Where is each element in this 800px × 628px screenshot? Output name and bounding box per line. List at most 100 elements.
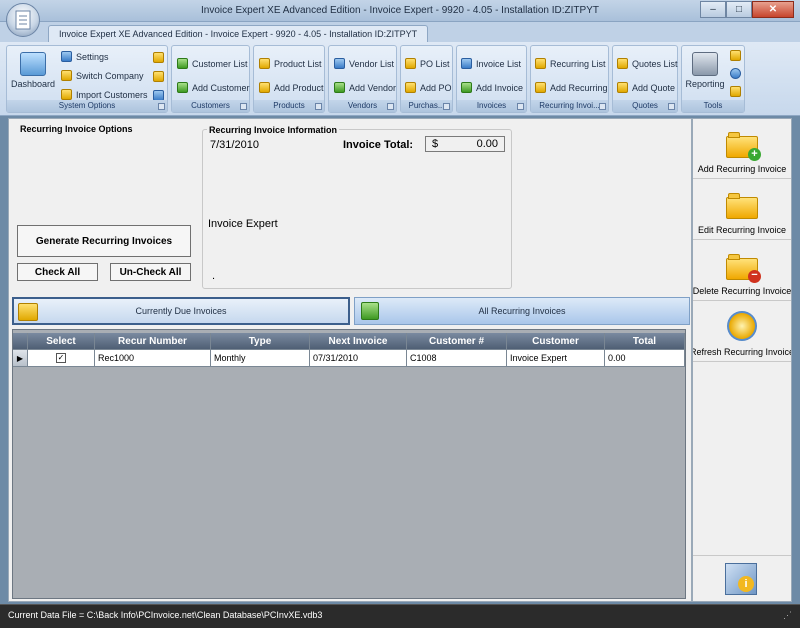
add-icon — [259, 82, 270, 93]
document-tab[interactable]: Invoice Expert XE Advanced Edition - Inv… — [48, 25, 429, 42]
tab-currently-due[interactable]: Currently Due Invoices — [12, 297, 350, 325]
list-icon — [461, 58, 472, 69]
check-all-button[interactable]: Check All — [17, 263, 98, 281]
settings-button[interactable]: Settings — [61, 51, 109, 62]
group-customers: Customer List Add Customer Customers — [171, 45, 250, 113]
cell-type[interactable]: Monthly — [211, 350, 310, 367]
gear-icon — [61, 51, 72, 62]
generate-recurring-button[interactable]: Generate Recurring Invoices — [17, 225, 191, 257]
status-bar: Current Data File = C:\Back Info\PCInvoi… — [0, 604, 800, 628]
add-quote-button[interactable]: Add Quote — [617, 82, 675, 93]
folder-icon[interactable] — [153, 71, 164, 82]
invoice-list-button[interactable]: Invoice List — [461, 58, 521, 69]
application-menu-button[interactable] — [6, 3, 40, 37]
add-vendor-label: Add Vendor — [349, 82, 397, 93]
folder-icon — [18, 303, 38, 321]
delete-recurring-invoice-button[interactable]: − Delete Recurring Invoice — [693, 241, 791, 301]
select-checkbox[interactable]: ✓ — [56, 353, 66, 363]
cell-next-invoice[interactable]: 07/31/2010 — [310, 350, 407, 367]
col-header[interactable]: Next Invoice — [310, 333, 407, 350]
product-list-button[interactable]: Product List — [259, 58, 322, 69]
add-po-label: Add PO — [420, 82, 452, 93]
col-header[interactable]: Customer # — [407, 333, 507, 350]
col-header[interactable]: Select — [28, 333, 95, 350]
po-list-label: PO List — [420, 58, 450, 69]
group-vendors: Vendor List Add Vendor Vendors — [328, 45, 397, 113]
dialog-launcher[interactable] — [158, 103, 165, 110]
group-quotes: Quotes List Add Quote Quotes — [612, 45, 678, 113]
printer-icon — [692, 52, 718, 76]
tab-all-recurring[interactable]: All Recurring Invoices — [354, 297, 690, 325]
resize-grip-icon[interactable]: ⋰ — [783, 608, 792, 622]
row-selector[interactable]: ▶ — [13, 350, 28, 367]
dialog-launcher[interactable] — [315, 103, 322, 110]
col-header[interactable]: Customer — [507, 333, 605, 350]
reporting-button[interactable]: Reporting — [684, 52, 726, 89]
add-icon — [461, 82, 472, 93]
list-icon — [334, 58, 345, 69]
book-icon[interactable] — [730, 86, 741, 97]
select-cell[interactable]: ✓ — [28, 350, 95, 367]
add-recurring-invoice-button[interactable]: + Add Recurring Invoice — [693, 119, 791, 179]
help-icon[interactable] — [730, 68, 741, 79]
folder-delete-icon: − — [726, 254, 761, 283]
add-icon — [617, 82, 628, 93]
info-button[interactable]: i — [725, 563, 757, 595]
col-header[interactable]: Total — [605, 333, 685, 350]
dialog-launcher[interactable] — [668, 103, 675, 110]
vendor-list-button[interactable]: Vendor List — [334, 58, 394, 69]
dashboard-button[interactable]: Dashboard — [10, 52, 56, 89]
dialog-launcher[interactable] — [517, 103, 524, 110]
vendor-list-label: Vendor List — [349, 58, 395, 69]
import-customers-button[interactable]: Import Customers — [61, 89, 148, 100]
col-header[interactable]: Recur Number — [95, 333, 211, 350]
edit-recurring-invoice-label: Edit Recurring Invoice — [697, 225, 787, 235]
add-product-button[interactable]: Add Product — [259, 82, 324, 93]
email-icon[interactable] — [730, 50, 741, 61]
recurring-list-button[interactable]: Recurring List — [535, 58, 606, 69]
col-header[interactable]: Type — [211, 333, 310, 350]
group-tools: Reporting Tools — [681, 45, 745, 113]
list-icon — [177, 58, 188, 69]
status-data-file: Current Data File = C:\Back Info\PCInvoi… — [8, 610, 323, 620]
invoice-total-label: Invoice Total: — [343, 139, 414, 151]
list-icon — [535, 58, 546, 69]
minimize-button[interactable]: – — [700, 1, 726, 18]
close-button[interactable]: ✕ — [752, 1, 794, 18]
wizard-icon[interactable] — [153, 52, 164, 63]
po-list-button[interactable]: PO List — [405, 58, 450, 69]
add-vendor-button[interactable]: Add Vendor — [334, 82, 396, 93]
dialog-launcher[interactable] — [240, 103, 247, 110]
cell-customer-number[interactable]: C1008 — [407, 350, 507, 367]
switch-company-button[interactable]: Switch Company — [61, 70, 144, 81]
add-icon — [405, 82, 416, 93]
group-system-options: Dashboard Settings Switch Company Import… — [6, 45, 168, 113]
refresh-icon — [727, 311, 757, 341]
group-recurring: Recurring List Add Recurring Recurring I… — [530, 45, 609, 113]
maximize-button[interactable]: □ — [726, 1, 752, 18]
folder-add-icon: + — [726, 132, 761, 161]
invoice-total-field: $ 0.00 — [425, 136, 505, 152]
cell-customer[interactable]: Invoice Expert — [507, 350, 605, 367]
dialog-launcher[interactable] — [387, 103, 394, 110]
add-po-button[interactable]: Add PO — [405, 82, 452, 93]
refresh-recurring-invoice-button[interactable]: Refresh Recurring Invoice — [693, 302, 791, 362]
dialog-launcher[interactable] — [443, 103, 450, 110]
tab-currently-due-label: Currently Due Invoices — [135, 306, 227, 316]
dialog-launcher[interactable] — [599, 103, 606, 110]
cell-total[interactable]: 0.00 — [605, 350, 685, 367]
group-label-products: Products — [254, 100, 324, 112]
edit-recurring-invoice-button[interactable]: Edit Recurring Invoice — [693, 180, 791, 240]
add-customer-button[interactable]: Add Customer — [177, 82, 250, 93]
uncheck-all-button[interactable]: Un-Check All — [110, 263, 191, 281]
ribbon: Dashboard Settings Switch Company Import… — [0, 42, 800, 116]
add-quote-label: Add Quote — [632, 82, 676, 93]
table-row[interactable]: ▶ ✓ Rec1000 Monthly 07/31/2010 C1008 Inv… — [13, 350, 685, 367]
quotes-list-button[interactable]: Quotes List — [617, 58, 678, 69]
cell-recur-number[interactable]: Rec1000 — [95, 350, 211, 367]
add-recurring-button[interactable]: Add Recurring — [535, 82, 608, 93]
customer-list-button[interactable]: Customer List — [177, 58, 248, 69]
options-title: Recurring Invoice Options — [18, 124, 135, 134]
add-invoice-button[interactable]: Add Invoice — [461, 82, 523, 93]
add-customer-label: Add Customer — [192, 82, 250, 93]
